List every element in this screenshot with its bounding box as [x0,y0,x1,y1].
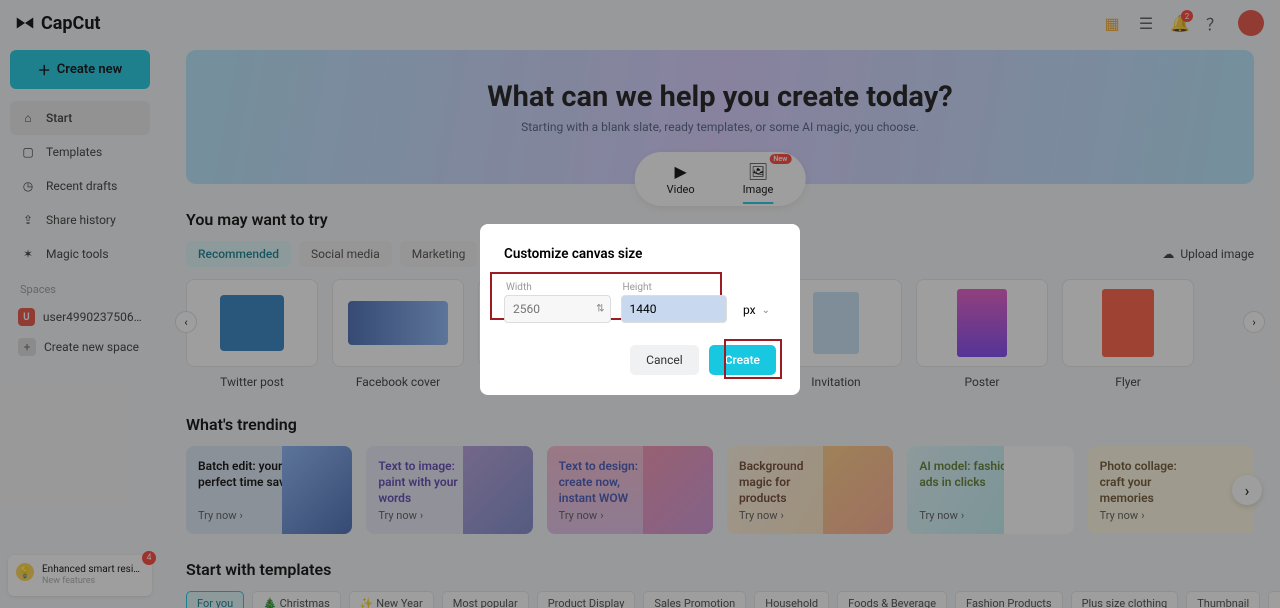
height-label: Height [621,282,728,293]
height-input[interactable] [621,295,728,323]
modal-title: Customize canvas size [504,246,776,262]
unit-select[interactable]: px ⌄ [737,297,776,323]
width-label: Width [504,282,611,293]
unit-label: px [743,303,756,317]
chevron-down-icon: ⌄ [762,305,770,316]
cancel-button[interactable]: Cancel [630,345,699,375]
create-button[interactable]: Create [709,345,776,375]
width-input[interactable] [504,295,611,323]
canvas-size-modal: Customize canvas size Width Height px ⌄ … [480,224,800,395]
